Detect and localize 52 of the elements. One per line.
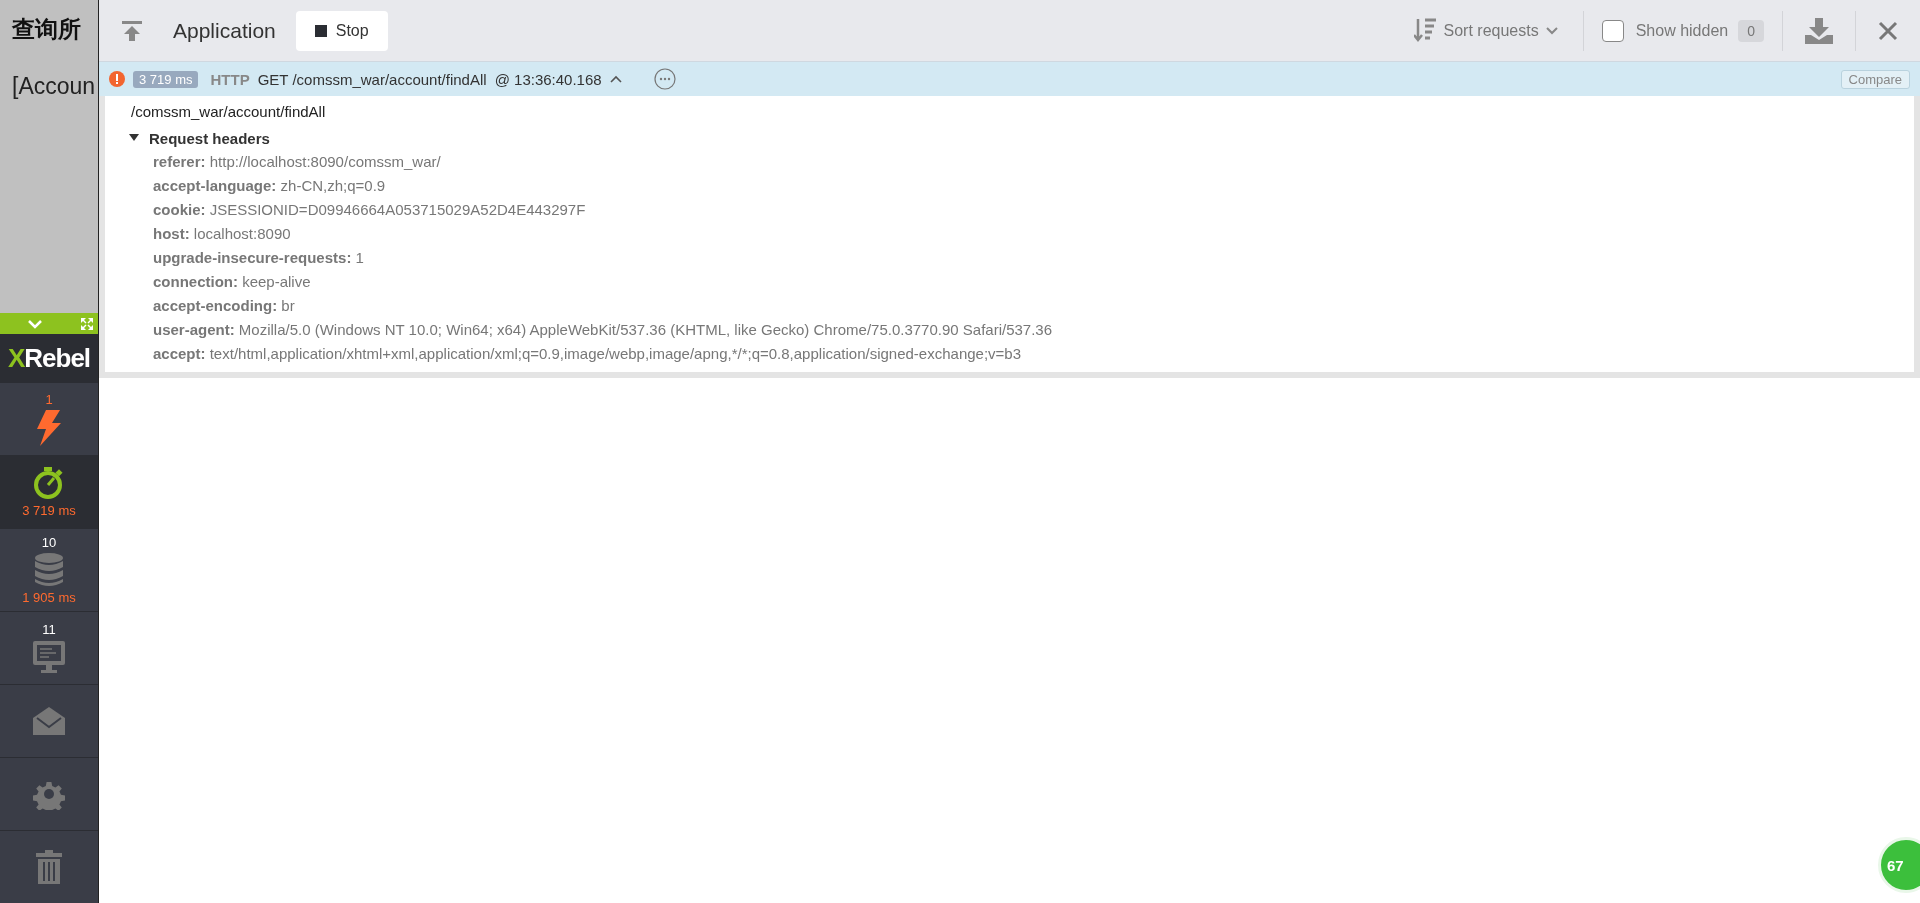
header-line: host: localhost:8090 bbox=[152, 224, 292, 244]
trash-icon bbox=[35, 850, 63, 884]
hidden-count-badge: 0 bbox=[1738, 19, 1764, 42]
request-time: @ 13:36:40.168 bbox=[494, 70, 602, 88]
error-icon bbox=[109, 71, 125, 87]
header-line: accept: text/html,application/xhtml+xml,application/xml;q=0.9,image/webp,image/apng,*/*;q=0.8,application/signed-exchange;v=b3 bbox=[152, 344, 1023, 364]
expand-icon[interactable] bbox=[80, 316, 94, 331]
sidebar-item[interactable] bbox=[0, 830, 98, 903]
sidebar-item[interactable]: 1 bbox=[0, 382, 98, 455]
database-icon bbox=[34, 553, 64, 587]
count-label: 11 bbox=[42, 622, 56, 637]
sidebar-item[interactable]: 10 1 905 ms bbox=[0, 528, 98, 611]
protocol-label: HTTP bbox=[210, 70, 250, 88]
header-line: user-agent: Mozilla/5.0 (Windows NT 10.0; Win64; x64) AppleWebKit/537.36 (KHTML, like Gecko) Chrome/75.0.3770.90 Safari/537.36 bbox=[152, 320, 1054, 340]
header-line: cookie: JSESSIONID=D09946664A053715029A52D4E443297F bbox=[152, 200, 587, 220]
monitor-icon bbox=[32, 640, 66, 674]
stop-button[interactable]: Stop bbox=[295, 10, 388, 51]
section-toggle[interactable]: Request headers bbox=[129, 126, 1888, 150]
show-hidden-checkbox[interactable]: Show hidden bbox=[1601, 19, 1729, 42]
header-line: referer: http://localhost:8090/comssm_war/ bbox=[152, 152, 442, 172]
header-line: accept-encoding: br bbox=[152, 296, 296, 316]
count-label: 1 bbox=[45, 392, 53, 407]
caret-icon[interactable] bbox=[609, 75, 622, 83]
upload-icon[interactable] bbox=[121, 19, 143, 42]
chevron-down-icon bbox=[1544, 25, 1559, 36]
page-heading: 查询所 bbox=[12, 15, 82, 44]
time-label: 3 719 ms bbox=[22, 503, 76, 518]
count-label: 10 bbox=[41, 535, 57, 550]
sort-icon bbox=[1413, 17, 1438, 44]
page-text: [Accoun bbox=[12, 73, 97, 100]
more-icon[interactable] bbox=[653, 68, 676, 90]
close-icon[interactable] bbox=[1878, 20, 1898, 41]
triangle-icon bbox=[129, 134, 139, 142]
lightning-icon bbox=[36, 410, 62, 446]
header-line: upgrade-insecure-requests: 1 bbox=[152, 248, 365, 268]
sort-dropdown[interactable]: Sort requests bbox=[1407, 16, 1565, 45]
request-path: /comssm_war/account/findAll bbox=[131, 103, 327, 122]
stopwatch-icon bbox=[33, 466, 65, 500]
sidebar-item[interactable] bbox=[0, 757, 98, 830]
collapse-icon[interactable] bbox=[27, 318, 43, 329]
sidebar-item[interactable]: 11 bbox=[0, 611, 98, 684]
header-line: connection: keep-alive bbox=[152, 272, 312, 292]
envelope-icon bbox=[32, 706, 66, 736]
duration-badge: 3 719 ms bbox=[133, 70, 199, 88]
score-badge: 67 bbox=[1878, 837, 1920, 893]
header-line: accept-language: zh-CN,zh;q=0.9 bbox=[152, 176, 387, 196]
download-icon[interactable] bbox=[1805, 17, 1833, 44]
time-label: 1 905 ms bbox=[22, 590, 76, 605]
request-summary: GET /comssm_war/account/findAll bbox=[257, 70, 487, 88]
sidebar-item[interactable] bbox=[0, 684, 98, 757]
toolbar-title: Application bbox=[173, 18, 276, 43]
request-row[interactable]: 3 719 ms HTTP GET /comssm_war/account/findAll @ 13:36:40.168 Compare bbox=[99, 62, 1920, 96]
